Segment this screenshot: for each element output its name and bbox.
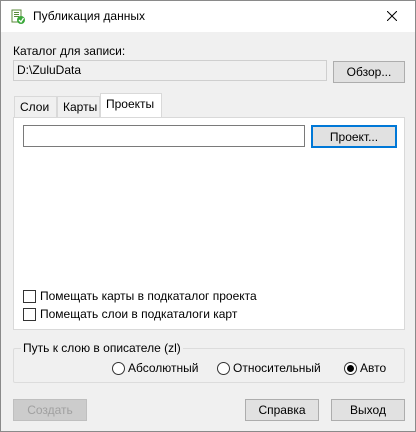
radio-absolute-row[interactable]: Абсолютный [112,361,198,375]
relative-radio[interactable] [217,361,230,375]
absolute-radio-label: Абсолютный [128,361,199,375]
title-bar: Публикация данных [1,1,415,32]
checkbox-layers-row[interactable]: Помещать слои в подкаталоги карт [23,307,237,321]
radio-auto-row[interactable]: Авто [344,361,386,375]
project-button[interactable]: Проект... [311,125,397,148]
auto-radio-label: Авто [360,361,387,375]
exit-button[interactable]: Выход [331,399,405,421]
layers-subfolder-label: Помещать слои в подкаталоги карт [40,307,238,321]
help-button[interactable]: Справка [245,399,319,421]
app-icon [10,9,26,25]
catalog-label: Каталог для записи: [13,44,126,58]
layer-path-group-label: Путь к слою в описателе (zl) [21,341,183,355]
close-icon [386,10,398,24]
maps-subfolder-label: Помещать карты в подкаталог проекта [40,289,257,303]
checkbox-maps-row[interactable]: Помещать карты в подкаталог проекта [23,289,257,303]
radio-relative-row[interactable]: Относительный [217,361,321,375]
tab-maps[interactable]: Карты [57,96,100,117]
absolute-radio[interactable] [112,361,125,375]
maps-subfolder-checkbox[interactable] [23,289,36,303]
auto-radio[interactable] [344,361,357,375]
layers-subfolder-checkbox[interactable] [23,307,36,321]
publish-data-dialog: Публикация данных Каталог для записи: D:… [0,0,416,432]
window-title: Публикация данных [33,9,145,23]
project-path-input[interactable] [23,125,305,147]
create-button[interactable]: Создать [13,399,87,421]
tab-projects[interactable]: Проекты [100,93,162,117]
relative-radio-label: Относительный [233,361,321,375]
close-button[interactable] [369,1,415,32]
browse-button[interactable]: Обзор... [333,61,405,83]
tab-layers[interactable]: Слои [14,96,57,117]
catalog-path-field: D:\ZuluData [13,60,327,81]
